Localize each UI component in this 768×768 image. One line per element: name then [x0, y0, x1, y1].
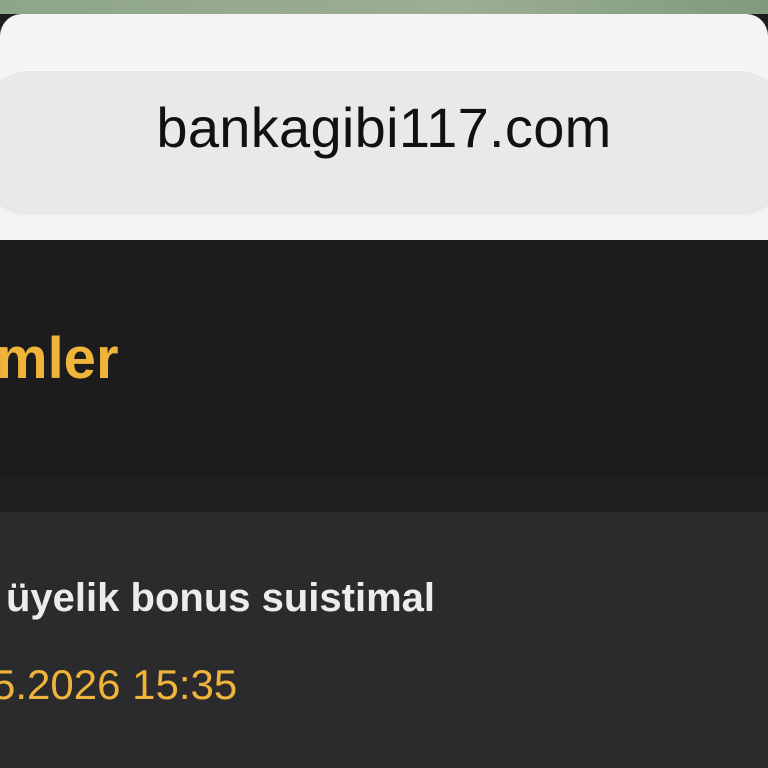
list-item-title: üyelik bonus suistimal [6, 576, 436, 620]
wallpaper-strip [0, 0, 768, 14]
page-title: mler [0, 326, 119, 391]
url-text[interactable]: bankagibi117.com [0, 100, 768, 156]
list-item[interactable] [0, 512, 768, 768]
list-item-date: 5.2026 15:35 [0, 661, 238, 708]
divider [0, 478, 768, 513]
